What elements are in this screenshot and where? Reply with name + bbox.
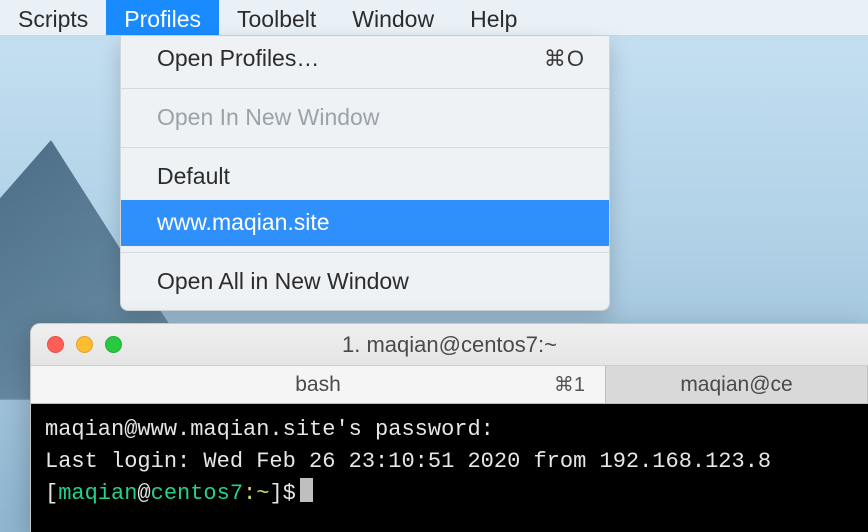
menu-item-label: Open Profiles… [157, 44, 319, 74]
menu-item-label: www.maqian.site [157, 208, 330, 238]
menu-profile-default[interactable]: Default [121, 154, 609, 200]
menu-open-in-new-window: Open In New Window [121, 95, 609, 141]
menubar-label: Toolbelt [237, 6, 316, 33]
tab-label: maqian@ce [680, 373, 792, 397]
menubar-label: Window [352, 6, 434, 33]
tab-bar: bash ⌘1 maqian@ce [31, 366, 868, 404]
menubar-label: Help [470, 6, 517, 33]
terminal-output[interactable]: maqian@www.maqian.site's password: Last … [31, 404, 868, 532]
prompt-at: @ [137, 481, 150, 506]
tab-remote[interactable]: maqian@ce [606, 366, 868, 403]
menu-open-all-new-window[interactable]: Open All in New Window [121, 259, 609, 305]
traffic-lights [31, 336, 122, 353]
menu-separator [121, 147, 609, 148]
prompt-path: ~ [256, 481, 269, 506]
tab-shortcut: ⌘1 [554, 372, 585, 397]
menu-item-label: Default [157, 162, 230, 192]
zoom-icon[interactable] [105, 336, 122, 353]
menubar-item-scripts[interactable]: Scripts [0, 0, 106, 35]
menu-item-shortcut: ⌘O [544, 45, 585, 74]
prompt-close: ]$ [269, 481, 295, 506]
menubar-label: Profiles [124, 6, 201, 33]
menubar-item-help[interactable]: Help [452, 0, 535, 35]
terminal-line: maqian@www.maqian.site's password: [45, 417, 494, 442]
terminal-line: Last login: Wed Feb 26 23:10:51 2020 fro… [45, 449, 771, 474]
menu-separator [121, 88, 609, 89]
close-icon[interactable] [47, 336, 64, 353]
prompt-open: [ [45, 481, 58, 506]
window-title: 1. maqian@centos7:~ [31, 332, 868, 358]
menubar-item-profiles[interactable]: Profiles [106, 0, 219, 35]
menubar-label: Scripts [18, 6, 88, 33]
menubar-item-toolbelt[interactable]: Toolbelt [219, 0, 334, 35]
prompt-sep: : [243, 481, 256, 506]
tab-bash[interactable]: bash ⌘1 [31, 366, 606, 403]
window-titlebar[interactable]: 1. maqian@centos7:~ [31, 324, 868, 366]
minimize-icon[interactable] [76, 336, 93, 353]
menu-item-label: Open All in New Window [157, 267, 409, 297]
terminal-window: 1. maqian@centos7:~ bash ⌘1 maqian@ce ma… [30, 323, 868, 532]
menu-profile-selected[interactable]: www.maqian.site [121, 200, 609, 246]
menu-separator [121, 252, 609, 253]
menu-item-label: Open In New Window [157, 103, 379, 133]
menu-open-profiles[interactable]: Open Profiles… ⌘O [121, 36, 609, 82]
cursor-icon [300, 478, 313, 502]
menubar: Scripts Profiles Toolbelt Window Help [0, 0, 868, 36]
profiles-dropdown: Open Profiles… ⌘O Open In New Window Def… [120, 36, 610, 311]
prompt-user: maqian [58, 481, 137, 506]
prompt-host: centos7 [151, 481, 243, 506]
tab-label: bash [295, 373, 341, 397]
menubar-item-window[interactable]: Window [334, 0, 452, 35]
